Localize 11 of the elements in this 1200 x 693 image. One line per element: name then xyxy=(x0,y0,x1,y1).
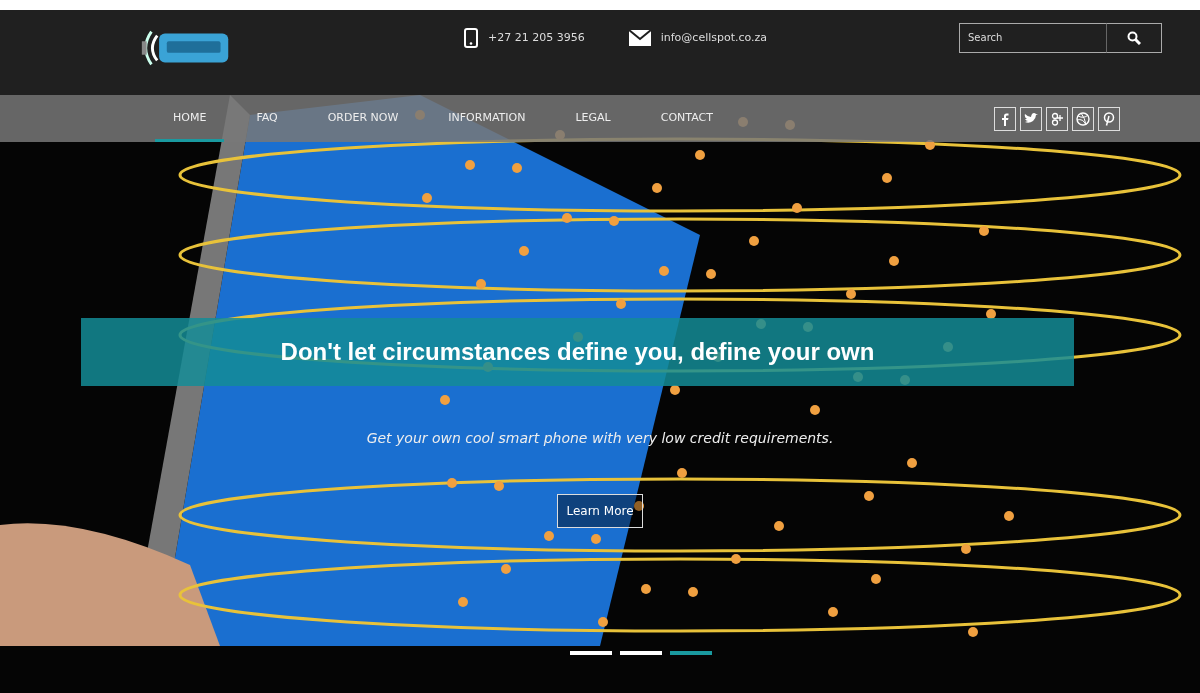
nav-tab[interactable]: FAQ xyxy=(238,95,296,142)
nav-tab[interactable]: HOME xyxy=(155,95,225,142)
nav-tab[interactable]: LEGAL xyxy=(557,95,629,142)
email-address: info@cellspot.co.za xyxy=(660,31,768,44)
nav-tab[interactable]: CONTACT xyxy=(642,95,731,142)
nav-tab[interactable]: INFORMATION xyxy=(430,95,544,142)
search-field[interactable]: Search xyxy=(959,22,1106,53)
learn-more-button[interactable]: Learn More xyxy=(557,494,643,528)
phone-number: +27 21 205 3956 xyxy=(488,31,585,44)
headline-banner: Don't let circumstances define you, define your own xyxy=(81,318,1074,386)
nav-tab[interactable]: ORDER NOW xyxy=(309,95,417,142)
